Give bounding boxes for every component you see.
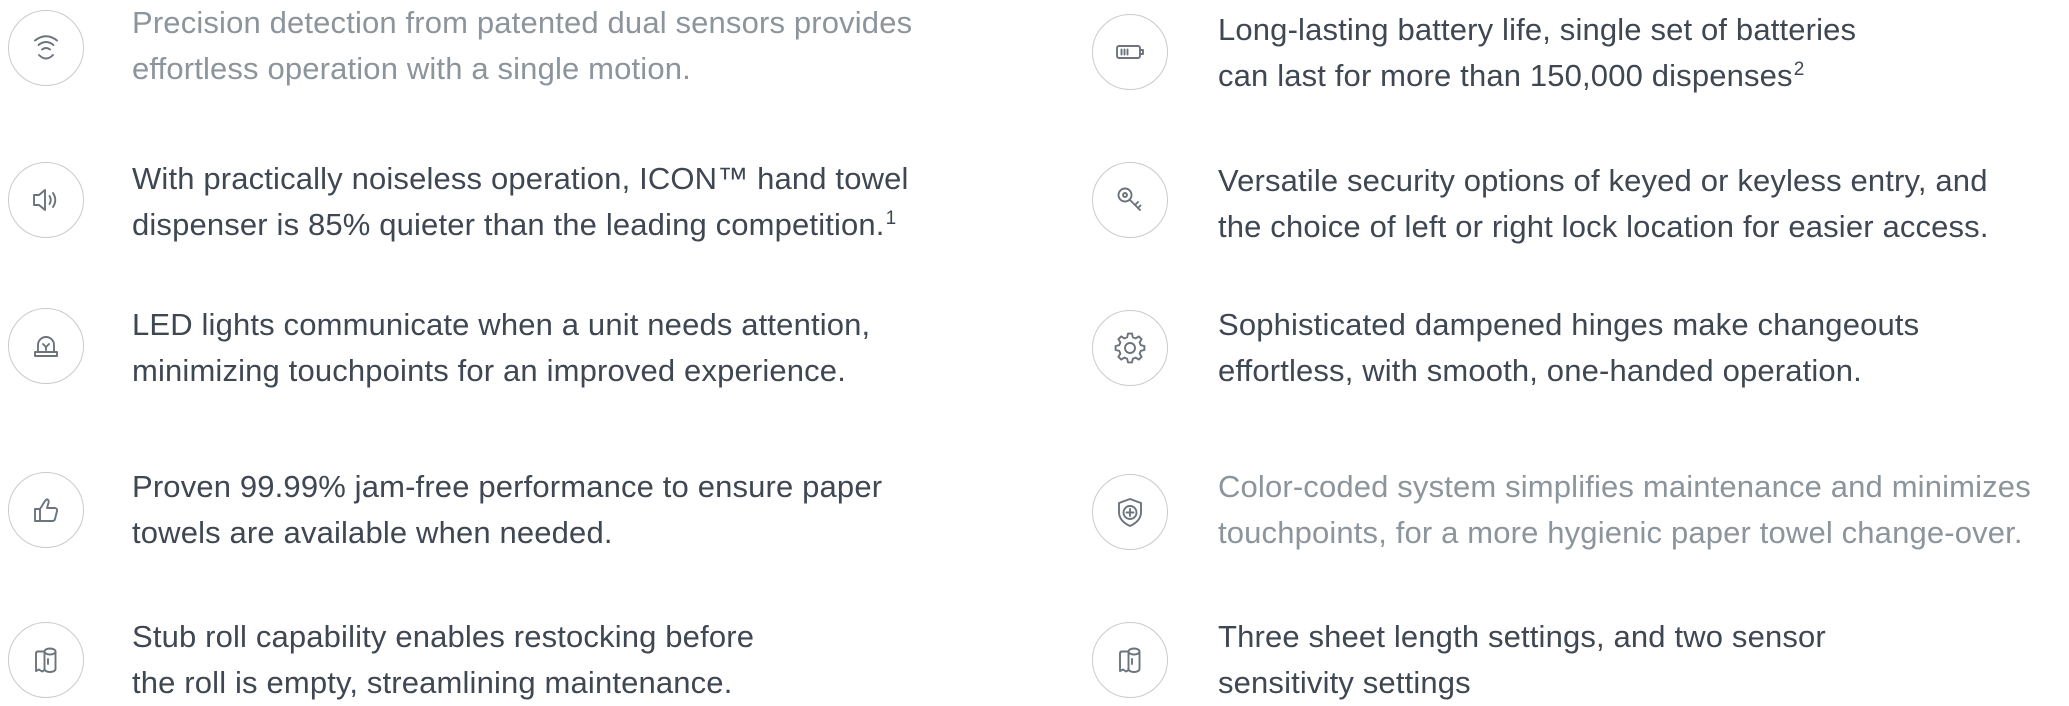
feature-description: Three sheet length settings, and two sen…: [1218, 614, 1826, 706]
feature-line-1: Versatile security options of keyed or k…: [1218, 163, 1988, 198]
footnote-marker: 1: [885, 207, 897, 229]
feature-line-2: effortless operation with a single motio…: [132, 51, 691, 86]
battery-icon: [1092, 14, 1168, 90]
feature-line-2: effortless, with smooth, one-handed oper…: [1218, 353, 1862, 388]
feature-line-1: Long-lasting battery life, single set of…: [1218, 12, 1857, 47]
feature-line-2: towels are available when needed.: [132, 515, 613, 550]
feature-line-1: LED lights communicate when a unit needs…: [132, 307, 871, 342]
feature-line-2: can last for more than 150,000 dispenses…: [1218, 53, 1856, 99]
feature-line-1: Precision detection from patented dual s…: [132, 5, 913, 40]
feature-description: Versatile security options of keyed or k…: [1218, 158, 1989, 250]
paper-roll-icon: [8, 622, 84, 698]
feature-description: Proven 99.99% jam-free performance to en…: [132, 464, 882, 556]
feature-line-2-text: can last for more than 150,000 dispenses: [1218, 58, 1793, 93]
feature-description: Stub roll capability enables restocking …: [132, 614, 754, 706]
alert-light-icon: [8, 308, 84, 384]
feature-description: LED lights communicate when a unit needs…: [132, 302, 870, 394]
feature-line-2: minimizing touchpoints for an improved e…: [132, 353, 846, 388]
feature-line-1: Stub roll capability enables restocking …: [132, 619, 755, 654]
gear-icon: [1092, 310, 1168, 386]
sensor-signal-icon: [8, 10, 84, 86]
feature-grid: Precision detection from patented dual s…: [0, 0, 2069, 704]
key-icon: [1092, 162, 1168, 238]
feature-line-1: With practically noiseless operation, IC…: [132, 161, 909, 196]
feature-description: Long-lasting battery life, single set of…: [1218, 7, 1856, 99]
feature-description: With practically noiseless operation, IC…: [132, 156, 909, 248]
feature-line-2: the choice of left or right lock locatio…: [1218, 209, 1989, 244]
feature-line-1: Proven 99.99% jam-free performance to en…: [132, 469, 883, 504]
feature-description: Precision detection from patented dual s…: [132, 0, 912, 92]
feature-line-2: sensitivity settings: [1218, 665, 1471, 700]
feature-line-1: Three sheet length settings, and two sen…: [1218, 619, 1826, 654]
feature-line-2: dispenser is 85% quieter than the leadin…: [132, 202, 909, 248]
paper-roll-icon: [1092, 622, 1168, 698]
feature-line-2-text: dispenser is 85% quieter than the leadin…: [132, 207, 885, 242]
feature-description: Color-coded system simplifies maintenanc…: [1218, 464, 2031, 556]
feature-line-2: touchpoints, for a more hygienic paper t…: [1218, 515, 2023, 550]
thumbs-up-icon: [8, 472, 84, 548]
footnote-marker: 2: [1793, 58, 1805, 80]
feature-description: Sophisticated dampened hinges make chang…: [1218, 302, 1919, 394]
feature-line-1: Sophisticated dampened hinges make chang…: [1218, 307, 1920, 342]
speaker-icon: [8, 162, 84, 238]
shield-plus-icon: [1092, 474, 1168, 550]
feature-line-2: the roll is empty, streamlining maintena…: [132, 665, 733, 700]
feature-line-1: Color-coded system simplifies maintenanc…: [1218, 469, 2031, 504]
